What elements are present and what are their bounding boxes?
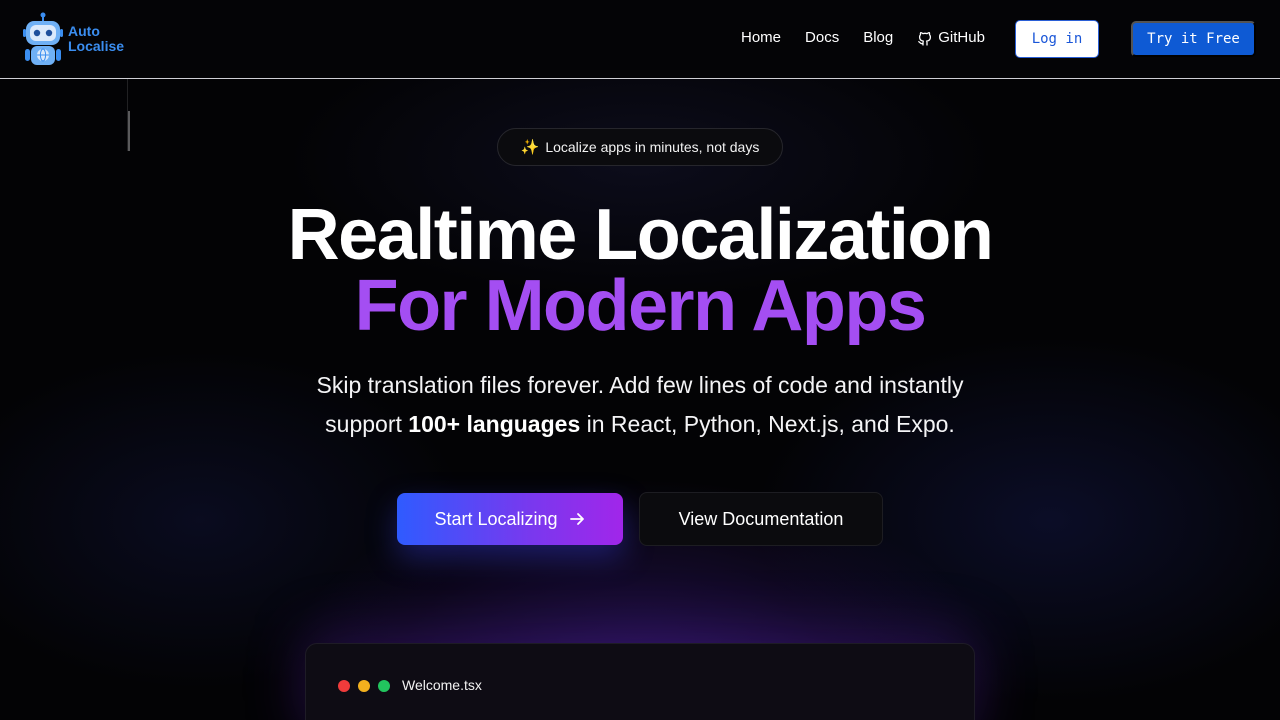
subtitle-line-2a: support <box>325 411 409 437</box>
github-icon <box>918 31 932 46</box>
subtitle-line-1: Skip translation files forever. Add few … <box>316 372 964 398</box>
window-close-dot <box>338 680 350 692</box>
tagline-text: Localize apps in minutes, not days <box>545 139 760 155</box>
navbar: Auto Localise Home Docs Blog GitHub Log … <box>0 0 1280 79</box>
logo-line-1: Auto <box>68 23 100 39</box>
hero-subtitle: Skip translation files forever. Add few … <box>0 366 1280 444</box>
editor-filename: Welcome.tsx <box>402 677 482 693</box>
window-maximize-dot <box>378 680 390 692</box>
subtitle-bold: 100+ languages <box>408 411 581 437</box>
login-button[interactable]: Log in <box>1015 20 1099 58</box>
github-label: GitHub <box>938 29 985 46</box>
nav-link-github[interactable]: GitHub <box>917 29 985 46</box>
arrow-right-icon <box>569 513 584 525</box>
subtitle-line-2b: in React, Python, Next.js, and Expo. <box>580 411 955 437</box>
hero-title-line-2: For Modern Apps <box>354 266 927 346</box>
tagline-pill: ✨ Localize apps in minutes, not days <box>497 128 783 166</box>
nav-link-home[interactable]: Home <box>741 29 781 46</box>
nav-link-blog[interactable]: Blog <box>863 29 893 46</box>
nav-links: Home Docs Blog GitHub <box>741 29 1009 46</box>
start-localizing-button[interactable]: Start Localizing <box>397 493 623 545</box>
logo-line-2: Localise <box>68 38 125 54</box>
try-free-button[interactable]: Try it Free <box>1131 21 1256 57</box>
logo-text: Auto Localise <box>68 24 124 54</box>
robot-logo-icon <box>23 12 63 65</box>
background-glow <box>0 0 1280 720</box>
logo[interactable]: Auto Localise <box>22 12 124 66</box>
nav-link-docs[interactable]: Docs <box>805 29 839 46</box>
sparkles-icon: ✨ <box>520 139 540 156</box>
start-localizing-label: Start Localizing <box>434 508 558 529</box>
view-documentation-button[interactable]: View Documentation <box>639 492 883 546</box>
window-minimize-dot <box>358 680 370 692</box>
decorative-line-accent <box>128 111 130 151</box>
code-editor-window: Welcome.tsx <box>305 643 975 720</box>
hero-title-line-1: Realtime Localization <box>287 195 994 275</box>
